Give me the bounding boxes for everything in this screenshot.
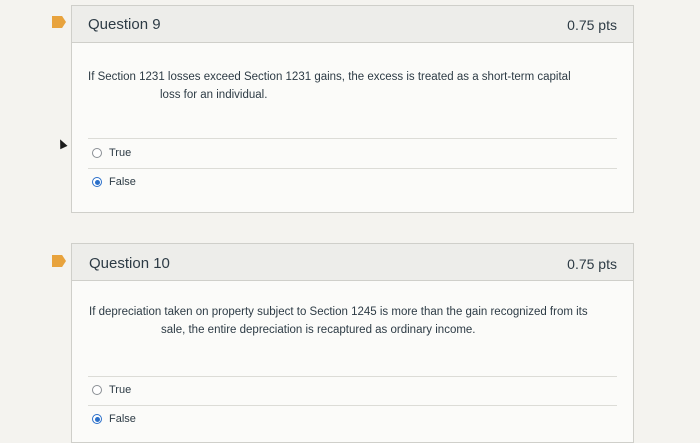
answer-option-false[interactable]: False (92, 176, 136, 188)
radio-button[interactable] (92, 414, 102, 424)
question-text-line: loss for an individual. (160, 89, 268, 101)
question-flag-icon[interactable] (52, 255, 66, 267)
answer-divider (88, 376, 617, 377)
question-text-line: If depreciation taken on property subjec… (89, 306, 588, 318)
question-card: Question 9 0.75 pts If Section 1231 loss… (71, 5, 634, 213)
radio-button[interactable] (92, 385, 102, 395)
answer-label: True (109, 384, 132, 396)
question-title: Question 10 (89, 255, 170, 272)
radio-button[interactable] (92, 148, 102, 158)
question-text-line: sale, the entire depreciation is recaptu… (161, 324, 476, 336)
question-flag-icon[interactable] (52, 16, 66, 28)
question-text: If Section 1231 losses exceed Section 12… (88, 68, 628, 104)
answer-divider (88, 405, 617, 406)
question-text-line: If Section 1231 losses exceed Section 12… (88, 71, 571, 83)
mouse-cursor-icon (56, 137, 68, 150)
question-points: 0.75 pts (567, 256, 617, 272)
answer-option-false[interactable]: False (92, 413, 136, 425)
question-title: Question 9 (88, 16, 161, 33)
answer-divider (88, 168, 617, 169)
answer-option-true[interactable]: True (92, 384, 131, 396)
answer-label: False (109, 176, 136, 188)
question-text: If depreciation taken on property subjec… (89, 303, 629, 339)
answer-label: False (109, 413, 136, 425)
radio-button[interactable] (92, 177, 102, 187)
answer-divider (88, 138, 617, 139)
question-header: Question 10 0.75 pts (72, 244, 633, 281)
question-header: Question 9 0.75 pts (72, 6, 633, 43)
question-points: 0.75 pts (567, 17, 617, 33)
question-card: Question 10 0.75 pts If depreciation tak… (71, 243, 634, 443)
answer-label: True (109, 147, 132, 159)
answer-option-true[interactable]: True (92, 147, 131, 159)
